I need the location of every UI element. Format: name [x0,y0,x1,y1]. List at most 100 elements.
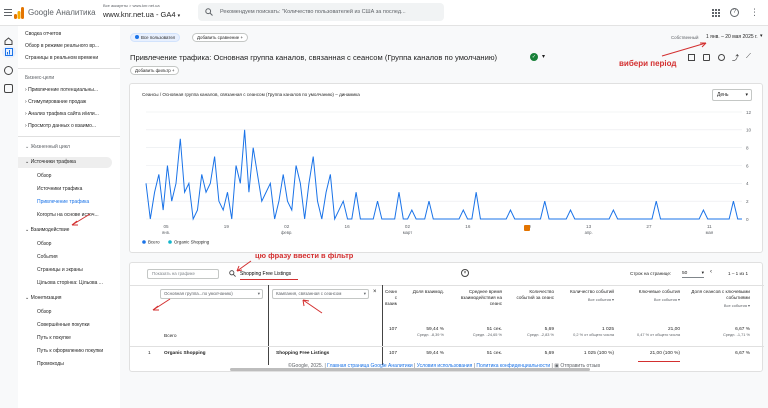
advertising-icon[interactable] [4,84,13,93]
explore-icon[interactable] [4,66,13,75]
row-event-count: 1 025 (100 %) [583,351,614,356]
y-tick-label: 8 [746,145,749,150]
nav-item-pages-screens[interactable]: Страницы и экраны [18,265,120,276]
insights-icon[interactable] [718,54,725,61]
segment-dot-icon [135,35,139,39]
nav-item-traffic-acquisition[interactable]: Привлечение трафика [18,197,120,208]
home-icon[interactable] [4,32,13,45]
key-events-underline [638,361,680,362]
search-bar[interactable]: Рекомендуем поискать: "Количество пользо… [198,3,444,21]
y-tick-label: 12 [746,110,752,115]
remove-dimension-icon[interactable]: × [373,289,377,295]
column-header-events-per-session[interactable]: Количество событий за сеанс [512,289,554,301]
clear-search-icon[interactable]: × [461,269,469,277]
nav-item-summary[interactable]: Сводка отчетов [18,29,120,40]
nav-item-purchases[interactable]: Совершённые покупки [18,320,120,331]
row-engagement-rate: 59,44 % [426,351,444,356]
nav-item-monetization-overview[interactable]: Обзор [18,307,120,318]
total-events-per-session: 5,69 Средн. -2,83 % [526,327,554,337]
series-line-organic-shopping [145,129,742,221]
nav-item-promotions[interactable]: Промокоды [18,359,120,370]
column-header-avg-engagement[interactable]: Среднее время взаимодействия на сеанс [450,289,502,307]
total-key-events: 21,00 0,47 % от общего числа [636,327,680,337]
prev-page-icon[interactable]: ‹ [710,269,712,275]
table-search-input[interactable] [240,269,460,278]
nav-item-landing-page[interactable]: Цільова сторінка: Цільова ... [18,278,120,289]
footer-copyright: ©Google, 2025. | [287,363,326,369]
column-header-engaged-sessions[interactable]: Сеансы с взаимод. [385,289,397,307]
customize-report-icon[interactable] [688,54,695,61]
row-key-events: 21,00 (100 %) [649,351,680,356]
nav-item-engagement-overview[interactable]: Обзор [18,239,120,250]
red-arrow-annotation [71,213,91,226]
nav-section-business-goals: Бизнес-цели [25,75,55,81]
add-filter-button[interactable]: Добавить фильтр + [130,66,180,75]
x-tick-month: мая [706,230,713,235]
property-selector[interactable]: www.knr.net.ua - GA4 ▾ [103,10,180,19]
nav-item-purchase-journey[interactable]: Путь к покупке [18,333,120,344]
row-session-key-event-rate: 6,67 % [735,351,750,356]
nav-item-events[interactable]: События [18,252,120,263]
footer-link-privacy[interactable]: Политика конфиденциальности [476,363,550,369]
x-tick-label: 19 [224,224,230,229]
nav-item-realtime-overview[interactable]: Обзор в режиме реального вр... [18,41,120,52]
account-breadcrumb[interactable]: Все аккаунты > www.knr.net.ua [103,3,160,8]
feedback-icon: ▣ [554,363,559,369]
total-engagement-rate: 59,44 % Средн. -8,39 % [416,327,444,337]
brand-title: Google Аналитика [28,8,96,17]
footer-feedback[interactable]: Отправить отзыв [560,363,600,369]
nav-item-user-acquisition[interactable]: Источники трафика [18,184,120,195]
divider [18,68,120,69]
legend-total: Всего [148,240,160,245]
nav-group-monetization[interactable]: ⌄ Монетизация [18,293,120,304]
row-campaign: Shopping Free Listings [276,351,330,356]
report-main: Все пользовател Добавить сравнение + Соб… [120,26,768,408]
column-header-event-count[interactable]: Количество событий Все события ▾ [562,289,614,303]
column-header-session-key-event-rate[interactable]: Доля сеансов с ключевыми событиями Все с… [690,289,750,309]
table-row[interactable]: 1 Organic Shopping Shopping Free Listing… [130,347,764,361]
red-arrow-annotation [152,298,171,311]
date-range-picker[interactable]: 1 янв. – 20 мая 2025 г. [706,34,758,40]
reports-icon[interactable] [2,46,16,58]
x-tick-label: 13 [586,224,592,229]
column-header-engagement-rate[interactable]: Доля взаимод. [402,289,444,295]
more-vert-icon[interactable]: ⋮ [750,8,759,17]
rows-per-page-select[interactable]: 50 ▾ [682,269,704,278]
sessions-line-chart: 02468101205янв.1902февр.1602март163013ап… [142,110,752,245]
nav-item-realtime-pages[interactable]: Страницы в реальном времени [18,53,120,64]
share-icon[interactable]: ⤴ [732,53,739,63]
y-tick-label: 0 [746,217,749,222]
nav-item-acquisition-overview[interactable]: Обзор [18,171,120,182]
nav-item-engagement-data[interactable]: › Просмотр данных о взаимо... [18,121,120,132]
add-comparison-button[interactable]: Добавить сравнение + [192,33,249,42]
dimension-selector-1[interactable]: Основная группа...по умолчанию) ▾ [160,289,263,299]
y-tick-label: 4 [746,181,749,186]
footer-link-terms[interactable]: Условия использования [417,363,473,369]
footer-link-home[interactable]: Главная страница Google Аналитики [327,363,413,369]
total-label: Всего [164,334,177,339]
chevron-down-icon[interactable]: ▾ [760,33,763,39]
chart-card: Сеансы / Основная группа каналов, связан… [129,83,763,253]
trend-icon[interactable]: ⟋ [746,53,751,61]
nav-item-checkout-journey[interactable]: Путь к оформлению покупки [18,346,120,357]
nav-item-sales[interactable]: › Стимулирование продаж [18,97,120,108]
apps-grid-icon[interactable] [712,9,720,17]
chevron-down-icon: ▾ [363,291,366,296]
compare-icon[interactable] [703,54,710,61]
dimension-search-field[interactable]: Показать на графике [147,269,219,279]
chevron-down-icon[interactable]: ▾ [542,53,545,60]
menu-icon[interactable] [4,9,12,17]
analytics-logo-icon [14,7,24,19]
legend-organic-shopping: Organic Shopping [174,240,210,245]
y-tick-label: 10 [746,128,752,133]
nav-group-acquisition[interactable]: ⌄ Источники трафика [18,157,112,168]
property-name: www.knr.net.ua - GA4 [103,10,176,19]
table-card: Показать на графике × Строк на странице:… [129,251,764,372]
nav-item-leads[interactable]: › Привлечение потенциальны... [18,85,120,96]
help-icon[interactable]: ? [730,8,739,17]
all-users-chip[interactable]: Все пользовател [130,33,181,42]
red-arrow-annotation [236,260,252,272]
total-event-count: 1 025 0,2 % от общего числа [573,327,614,337]
column-header-key-events[interactable]: Ключевые события Все события ▾ [628,289,680,303]
nav-item-traffic-analysis[interactable]: › Анализ трафика сайта и/или... [18,109,120,120]
